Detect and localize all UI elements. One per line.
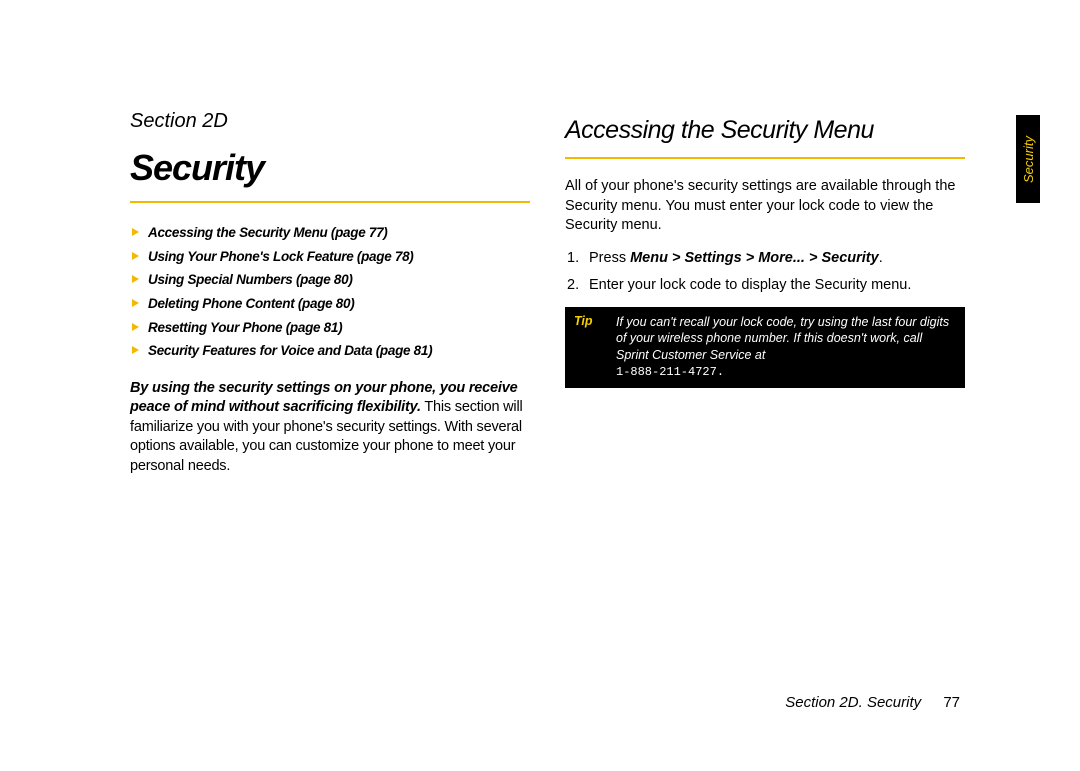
left-column: Section 2D Security Accessing the Securi… xyxy=(130,110,530,741)
right-column: Accessing the Security Menu All of your … xyxy=(565,110,965,741)
page-spread: Section 2D Security Accessing the Securi… xyxy=(0,0,1080,771)
tip-box: Tip If you can't recall your lock code, … xyxy=(565,307,965,387)
subheading: Accessing the Security Menu xyxy=(565,116,965,145)
thumb-tab-label: Security xyxy=(1021,136,1036,183)
thumb-tab-column: Security xyxy=(1016,115,1040,203)
toc-item: Using Special Numbers (page 80) xyxy=(130,268,530,292)
tip-label: Tip xyxy=(566,308,610,386)
steps-list: Press Menu > Settings > More... > Securi… xyxy=(565,248,965,298)
step-text: Press xyxy=(589,250,630,266)
section-label: Section 2D xyxy=(130,110,530,133)
tip-phone: 1-888-211-4727. xyxy=(616,365,724,379)
toc-item: Using Your Phone's Lock Feature (page 78… xyxy=(130,245,530,269)
title-rule xyxy=(130,201,530,203)
footer-text: Section 2D. Security xyxy=(785,694,921,711)
subheading-rule xyxy=(565,157,965,159)
step-item: Enter your lock code to display the Secu… xyxy=(585,275,965,297)
step-item: Press Menu > Settings > More... > Securi… xyxy=(585,248,965,270)
thumb-tab: Security xyxy=(1016,115,1040,203)
intro-paragraph: By using the security settings on your p… xyxy=(130,379,530,477)
page-footer: Section 2D. Security 77 xyxy=(785,694,960,711)
page-number: 77 xyxy=(943,694,960,711)
toc-list: Accessing the Security Menu (page 77) Us… xyxy=(130,221,530,363)
tip-text: If you can't recall your lock code, try … xyxy=(616,315,949,362)
section-title: Security xyxy=(130,147,530,189)
toc-item: Accessing the Security Menu (page 77) xyxy=(130,221,530,245)
toc-item: Deleting Phone Content (page 80) xyxy=(130,292,530,316)
step-text: . xyxy=(879,250,883,266)
body-paragraph: All of your phone's security settings ar… xyxy=(565,177,965,236)
tip-body: If you can't recall your lock code, try … xyxy=(610,308,964,386)
menu-path: Menu > Settings > More... > Security xyxy=(630,250,879,266)
toc-item: Security Features for Voice and Data (pa… xyxy=(130,339,530,363)
toc-item: Resetting Your Phone (page 81) xyxy=(130,316,530,340)
